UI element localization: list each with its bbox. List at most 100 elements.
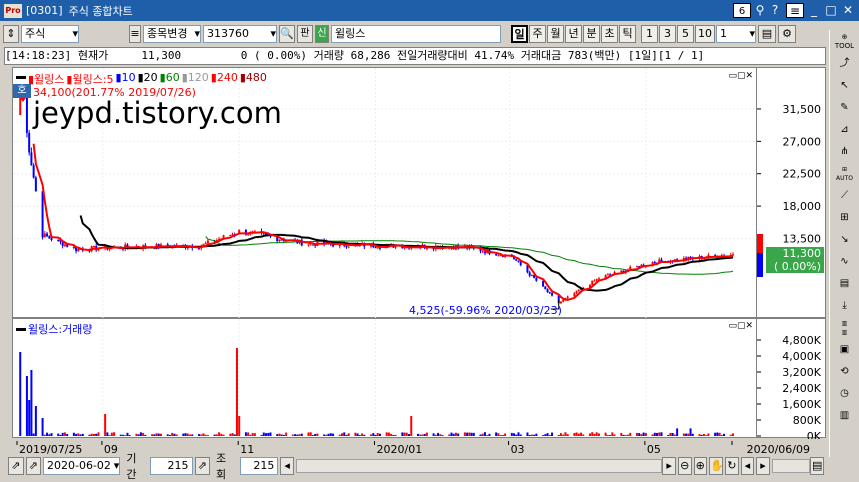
pan-button[interactable]: 판 xyxy=(297,25,313,43)
legend-item-6[interactable]: ▮240 xyxy=(211,71,238,87)
maximize-icon[interactable]: □ xyxy=(823,3,839,18)
stock-name-field[interactable]: 윌링스 xyxy=(331,25,501,43)
layout-icon[interactable]: ▤ xyxy=(810,457,824,475)
legend-item-2[interactable]: ▮10 xyxy=(116,71,136,87)
pin-icon[interactable]: ⚲ xyxy=(753,3,767,18)
candle-body xyxy=(546,289,549,293)
minimize-icon[interactable]: _ xyxy=(806,3,822,18)
zoom-in-icon[interactable]: ⊕ xyxy=(693,457,708,475)
window-number-badge[interactable]: 6 xyxy=(733,3,751,18)
count-select[interactable]: 1 ▾ xyxy=(716,25,756,43)
stock-code-input[interactable]: 313760 ▾ xyxy=(203,25,277,43)
volume-bar xyxy=(702,433,705,436)
volume-bar xyxy=(151,434,154,436)
interval-button-5[interactable]: 5 xyxy=(677,25,694,43)
tab-period-1[interactable]: 주 xyxy=(529,25,546,43)
candle-body xyxy=(595,278,598,281)
settings-icon[interactable]: ⚙ xyxy=(778,25,796,43)
draw-chart-icon[interactable]: ⤴ xyxy=(835,55,855,73)
volume-bar xyxy=(231,433,234,436)
hand-icon[interactable]: ✋ xyxy=(709,457,724,475)
interval-button-10[interactable]: 10 xyxy=(695,25,715,43)
legend-item-7[interactable]: ▮480 xyxy=(240,71,267,87)
close-icon[interactable]: ✕ xyxy=(840,3,856,18)
scroll-right-icon[interactable]: ▸ xyxy=(662,457,676,475)
volume-bar xyxy=(720,434,723,436)
tool-icon[interactable]: ⊕ TOOL xyxy=(835,33,855,51)
pencil-icon[interactable]: ✎ xyxy=(835,99,855,117)
tab-period-3[interactable]: 년 xyxy=(565,25,582,43)
legend-item-3[interactable]: ▮20 xyxy=(138,71,158,87)
save-icon[interactable]: ▤ xyxy=(758,25,776,43)
change-stock-select[interactable]: 종목변경 ▾ xyxy=(143,25,201,43)
market-select[interactable]: 주식 ▾ xyxy=(21,25,79,43)
fork-icon[interactable]: ⋔ xyxy=(835,143,855,161)
candle-body xyxy=(204,243,207,245)
search-icon[interactable]: 🔍 xyxy=(279,25,295,43)
interval-button-1[interactable]: 1 xyxy=(641,25,658,43)
menu-small-icon[interactable]: ≡ xyxy=(129,25,141,43)
panel-controls-icon[interactable]: ▭▢✕ xyxy=(728,71,753,81)
tab-period-0[interactable]: 일 xyxy=(511,25,528,43)
page-left-icon[interactable]: ◂ xyxy=(740,457,755,475)
legend-item-5[interactable]: ▮120 xyxy=(182,71,209,87)
trend-icon[interactable]: ⟋ xyxy=(835,187,855,205)
legend-item-4[interactable]: ▮60 xyxy=(160,71,180,87)
table-icon[interactable]: ▤ xyxy=(835,275,855,293)
cursor-icon[interactable]: ↘ xyxy=(835,231,855,249)
menu-icon[interactable]: ≡ xyxy=(786,3,804,18)
tab-period-6[interactable]: 틱 xyxy=(619,25,636,43)
auto-icon[interactable]: ⊞ AUTO xyxy=(835,165,855,183)
legend-item-0[interactable]: ▮윌링스 xyxy=(28,71,64,87)
volume-bar xyxy=(298,434,301,436)
volume-bar xyxy=(197,434,200,436)
candle-body xyxy=(566,296,569,299)
price-chart-panel[interactable]: ▮윌링스 ▮윌링스:5 ▮10 ▮20 ▮60 ▮120 ▮240 ▮480 호 34,100… xyxy=(12,67,758,319)
volume-bar xyxy=(296,434,299,436)
zoom-slider[interactable] xyxy=(771,459,811,473)
clock-icon[interactable]: ◷ xyxy=(835,385,855,403)
prev-next-arrows-icon[interactable]: ⇕ xyxy=(3,25,19,43)
volume-bar xyxy=(510,432,513,436)
candle-body xyxy=(515,259,518,261)
volume-bar xyxy=(405,432,408,436)
query-input[interactable]: 215 xyxy=(239,457,279,475)
ho-badge[interactable]: 호 xyxy=(13,84,31,98)
undo-icon[interactable]: ⟲ xyxy=(835,363,855,381)
period-input[interactable]: 215 xyxy=(149,457,193,475)
x-axis-bar[interactable]: 2019/07/25 09 11 2020/01 03 05 2020/06/09 xyxy=(0,441,826,456)
chart-icon[interactable]: ⇗ xyxy=(8,457,24,475)
query-icon[interactable]: ⇗ xyxy=(194,457,211,475)
page-icon[interactable]: ▣ xyxy=(835,341,855,359)
wave-icon[interactable]: ∿ xyxy=(835,253,855,271)
candle-body xyxy=(425,248,428,250)
zoom-out-icon[interactable]: ⊖ xyxy=(677,457,692,475)
download-icon[interactable]: ⤓ xyxy=(835,297,855,315)
interval-button-3[interactable]: 3 xyxy=(659,25,676,43)
ruler-icon[interactable]: ⊿ xyxy=(835,121,855,139)
page-right-icon[interactable]: ▸ xyxy=(756,457,770,475)
volume-bar xyxy=(376,432,379,436)
price-legend: ▮윌링스 ▮윌링스:5 ▮10 ▮20 ▮60 ▮120 ▮240 ▮480 xyxy=(16,71,267,87)
volume-panel-controls-icon[interactable]: ▭▢✕ xyxy=(728,321,753,331)
tab-period-4[interactable]: 분 xyxy=(583,25,600,43)
drag-icon[interactable]: ↖ xyxy=(835,77,855,95)
grid-icon[interactable]: ⊞ xyxy=(835,209,855,227)
volume-bar xyxy=(155,433,158,436)
date-input[interactable]: 2020-06-02 ▾ xyxy=(43,457,121,475)
help-icon[interactable]: ? xyxy=(768,3,782,18)
chart2-icon[interactable]: ⇗ xyxy=(25,457,41,475)
horizontal-scrollbar[interactable] xyxy=(295,459,663,473)
tab-period-2[interactable]: 월 xyxy=(547,25,564,43)
volume-chart-svg[interactable] xyxy=(13,319,758,439)
legend-item-1[interactable]: ▮윌링스:5 xyxy=(66,71,113,87)
scroll-left-icon[interactable]: ◂ xyxy=(280,457,294,475)
volume-bar xyxy=(441,435,444,436)
extra-icon[interactable]: ▥ xyxy=(835,407,855,425)
tab-period-5[interactable]: 초 xyxy=(601,25,618,43)
save-data-icon[interactable]: ▥ ▥ xyxy=(835,319,855,337)
volume-bar xyxy=(157,433,160,436)
chevron-down-icon: ▾ xyxy=(270,27,276,40)
refresh-icon[interactable]: ↻ xyxy=(725,457,739,475)
volume-chart-panel[interactable]: 윌링스:거래량 ▭▢✕ xyxy=(12,318,758,439)
